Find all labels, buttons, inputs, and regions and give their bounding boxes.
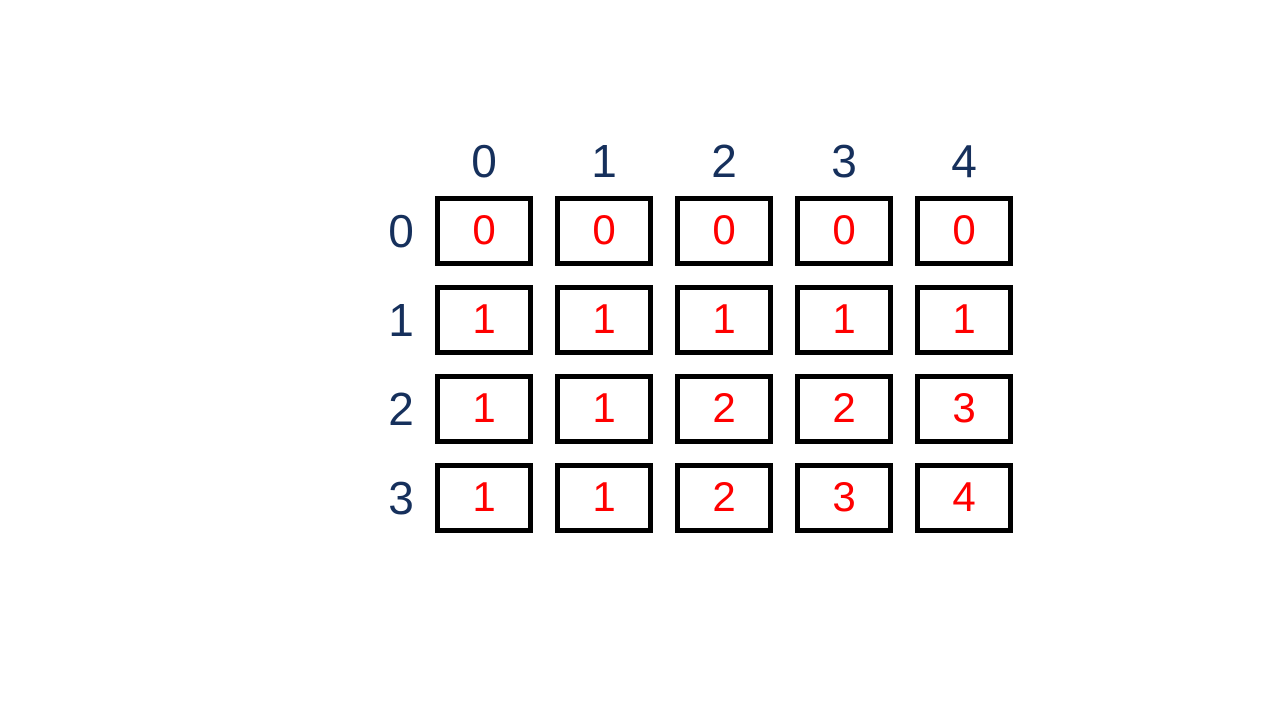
row-cells: 1 1 2 2 3 (435, 374, 1013, 444)
row-index-3: 3 (388, 472, 414, 524)
cell-r0-c2[interactable]: 0 (675, 196, 773, 266)
cell-r3-c0[interactable]: 1 (435, 463, 533, 533)
cell-r1-c1[interactable]: 1 (555, 285, 653, 355)
cell-value: 1 (472, 384, 496, 431)
cell-r1-c2[interactable]: 1 (675, 285, 773, 355)
cell-r2-c3[interactable]: 2 (795, 374, 893, 444)
cell-value: 1 (952, 295, 976, 342)
cell-r2-c0[interactable]: 1 (435, 374, 533, 444)
row-index-1: 1 (388, 294, 414, 346)
cell-value: 1 (592, 473, 616, 520)
cell-value: 0 (592, 206, 616, 253)
cell-r2-c4[interactable]: 3 (915, 374, 1013, 444)
cell-value: 1 (592, 295, 616, 342)
column-header-4: 4 (951, 135, 977, 187)
cell-value: 3 (832, 473, 856, 520)
cell-value: 0 (712, 206, 736, 253)
cell-r0-c1[interactable]: 0 (555, 196, 653, 266)
cell-r3-c2[interactable]: 2 (675, 463, 773, 533)
cell-r1-c0[interactable]: 1 (435, 285, 533, 355)
column-header-0: 0 (471, 135, 497, 187)
cell-value: 2 (712, 473, 736, 520)
cell-r0-c0[interactable]: 0 (435, 196, 533, 266)
cell-value: 1 (832, 295, 856, 342)
cell-value: 0 (952, 206, 976, 253)
cell-r1-c3[interactable]: 1 (795, 285, 893, 355)
cell-value: 3 (952, 384, 976, 431)
cell-value: 2 (832, 384, 856, 431)
cell-r2-c2[interactable]: 2 (675, 374, 773, 444)
cell-value: 1 (472, 473, 496, 520)
cell-value: 2 (712, 384, 736, 431)
cell-value: 1 (472, 295, 496, 342)
coin-change-dp-table: 0 1 2 3 4 No Coin 0 0 0 0 0 0 Only Coin … (0, 0, 1280, 720)
row-cells: 1 1 2 3 4 (435, 463, 1013, 533)
column-header-3: 3 (831, 135, 857, 187)
row-cells: 0 0 0 0 0 (435, 196, 1013, 266)
column-header-2: 2 (711, 135, 737, 187)
cell-value: 1 (592, 384, 616, 431)
row-index-2: 2 (388, 383, 414, 435)
cell-r0-c4[interactable]: 0 (915, 196, 1013, 266)
cell-value: 4 (952, 473, 976, 520)
cell-r3-c3[interactable]: 3 (795, 463, 893, 533)
cell-r2-c1[interactable]: 1 (555, 374, 653, 444)
cell-value: 1 (712, 295, 736, 342)
column-header-1: 1 (591, 135, 617, 187)
cell-r3-c1[interactable]: 1 (555, 463, 653, 533)
row-cells: 1 1 1 1 1 (435, 285, 1013, 355)
cell-value: 0 (472, 206, 496, 253)
cell-value: 0 (832, 206, 856, 253)
row-index-0: 0 (388, 205, 414, 257)
cell-r3-c4[interactable]: 4 (915, 463, 1013, 533)
cell-r1-c4[interactable]: 1 (915, 285, 1013, 355)
column-header-row: 0 1 2 3 4 (435, 136, 1015, 194)
cell-r0-c3[interactable]: 0 (795, 196, 893, 266)
